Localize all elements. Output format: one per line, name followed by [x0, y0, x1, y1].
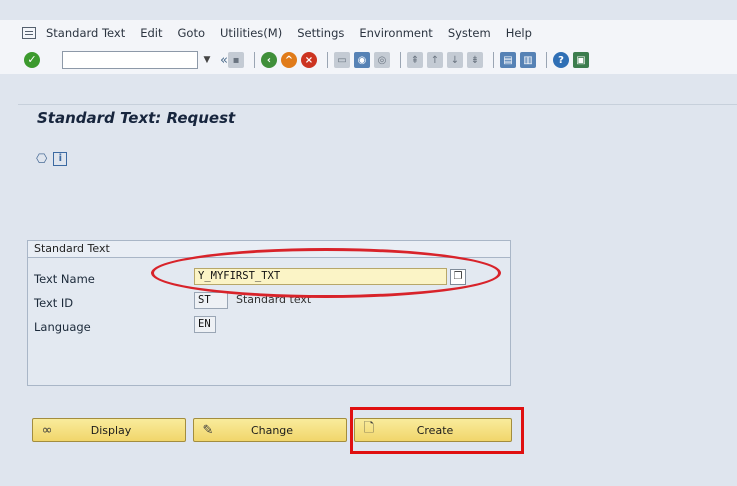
menu-edit[interactable]: Edit: [140, 26, 162, 40]
menu-system[interactable]: System: [448, 26, 491, 40]
display-button-label: Display: [90, 423, 132, 437]
find-icon[interactable]: ◉: [353, 52, 370, 68]
change-button-label: Change: [250, 423, 294, 437]
previous-page-icon[interactable]: ↑: [426, 52, 443, 68]
shortcut-icon[interactable]: ▥: [519, 52, 536, 68]
find-next-icon[interactable]: ◎: [373, 52, 390, 68]
next-page-icon[interactable]: ↓: [446, 52, 463, 68]
display-button[interactable]: ∞ Display: [32, 418, 186, 442]
command-dropdown-icon[interactable]: ▼: [200, 51, 214, 69]
save-icon[interactable]: ▪: [227, 52, 244, 68]
toolbar-separator: [326, 52, 328, 68]
help-icon[interactable]: ?: [552, 52, 569, 68]
menu-utilities[interactable]: Utilities(M): [220, 26, 282, 40]
first-page-icon[interactable]: ⇞: [406, 52, 423, 68]
sap-window: Standard Text Edit Goto Utilities(M) Set…: [0, 0, 737, 486]
info-icon[interactable]: i: [53, 152, 68, 166]
pencil-icon: ✎: [202, 422, 214, 438]
glasses-icon: ∞: [41, 422, 53, 438]
last-page-icon[interactable]: ⇟: [466, 52, 483, 68]
menu-environment[interactable]: Environment: [359, 26, 432, 40]
back-icon[interactable]: ‹: [260, 52, 277, 68]
menu-help[interactable]: Help: [506, 26, 532, 40]
application-toolbar: ⎔ i: [18, 150, 68, 168]
new-session-icon[interactable]: ▤: [499, 52, 516, 68]
toolbar-separator: [545, 52, 547, 68]
command-field[interactable]: [62, 51, 198, 69]
text-name-label: Text Name: [34, 272, 95, 286]
system-menu-icon[interactable]: [22, 27, 36, 39]
toolbar-separator: [253, 52, 255, 68]
toolbar-separator: [492, 52, 494, 68]
title-bar: Standard Text: Request: [18, 104, 737, 130]
language-label: Language: [34, 320, 91, 334]
text-id-input[interactable]: ST: [194, 292, 228, 309]
standard-toolbar: ✓ ▼ « ▪ ‹ ^ × ▭ ◉ ◎ ⇞ ↑ ↓ ⇟ ▤ ▥ ? ▣: [0, 46, 737, 74]
print-icon[interactable]: ▭: [333, 52, 350, 68]
text-id-label: Text ID: [34, 296, 74, 310]
create-highlight-box: [350, 407, 524, 454]
enter-check-icon[interactable]: ✓: [24, 52, 40, 68]
change-button[interactable]: ✎ Change: [193, 418, 347, 442]
other-object-icon[interactable]: ⎔: [36, 152, 47, 167]
menu-standard-text[interactable]: Standard Text: [46, 26, 125, 40]
toolbar-separator: [399, 52, 401, 68]
menu-goto[interactable]: Goto: [178, 26, 206, 40]
page-title: Standard Text: Request: [37, 108, 236, 127]
exit-icon[interactable]: ^: [280, 52, 297, 68]
layout-menu-icon[interactable]: ▣: [572, 52, 589, 68]
highlight-ellipse: [151, 248, 501, 298]
language-input[interactable]: EN: [194, 316, 216, 333]
menu-bar: Standard Text Edit Goto Utilities(M) Set…: [0, 20, 737, 46]
collapse-icon[interactable]: «: [220, 53, 228, 68]
menu-settings[interactable]: Settings: [297, 26, 344, 40]
cancel-icon[interactable]: ×: [300, 52, 317, 68]
